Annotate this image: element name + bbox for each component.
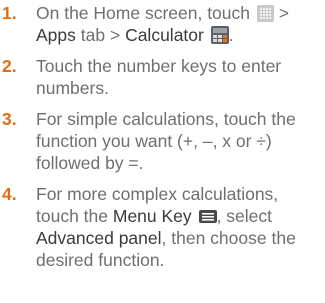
- step-1-text-a: On the Home screen, touch: [36, 3, 250, 23]
- step-2: 2. Touch the number keys to enter number…: [0, 55, 325, 99]
- step-text: For simple calculations, touch the funct…: [36, 109, 296, 173]
- step-text: For more complex calculations, touch the…: [36, 183, 325, 271]
- step-4: 4. For more complex calculations, touch …: [0, 183, 325, 271]
- step-text: Touch the number keys to enter numbers.: [36, 56, 282, 98]
- step-4-text-c: , select: [216, 206, 272, 226]
- advanced-panel-label: Advanced panel: [36, 228, 162, 248]
- step-1: 1. On the Home screen, touch > Apps tab >…: [0, 2, 325, 46]
- step-number: 3.: [2, 109, 17, 129]
- step-text: On the Home screen, touch > Apps tab > Ca…: [36, 2, 325, 46]
- apps-grid-icon: [256, 5, 274, 22]
- apps-tab-label: Apps: [36, 25, 76, 45]
- instruction-list: 1. On the Home screen, touch > Apps tab >…: [0, 0, 325, 303]
- calculator-label: Calculator: [125, 25, 204, 45]
- step-1-text-b: >: [278, 3, 289, 23]
- step-1-text-f: .: [228, 25, 234, 45]
- step-number: 1.: [2, 3, 17, 23]
- step-1-text-d: tab >: [80, 25, 121, 45]
- calculator-app-icon: [210, 26, 229, 44]
- menu-key-icon: [198, 210, 217, 223]
- menu-key-label: Menu Key: [112, 206, 192, 226]
- step-number: 4.: [2, 184, 17, 204]
- step-number: 2.: [2, 56, 17, 76]
- step-3: 3. For simple calculations, touch the fu…: [0, 108, 325, 174]
